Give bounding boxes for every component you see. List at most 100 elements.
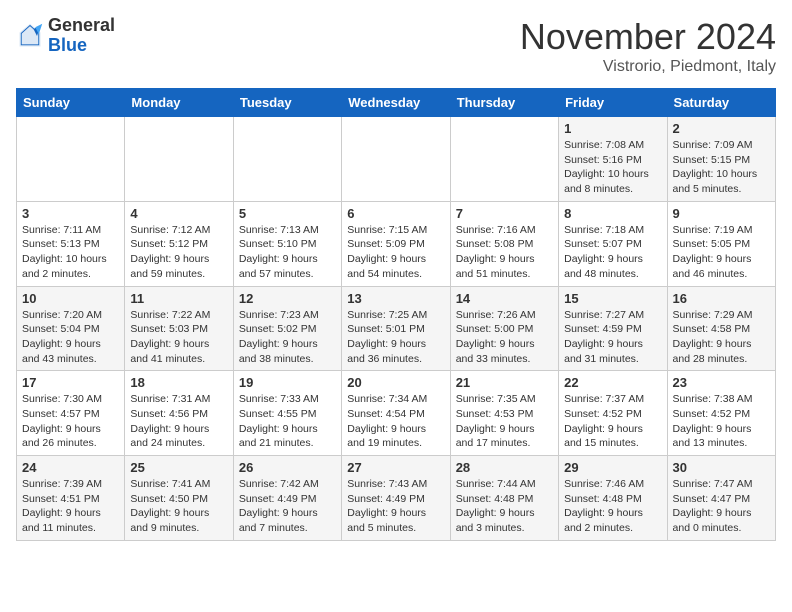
day-info: Sunrise: 7:25 AMSunset: 5:01 PMDaylight:…	[347, 308, 444, 367]
day-number: 23	[673, 375, 770, 390]
day-info: Sunrise: 7:13 AMSunset: 5:10 PMDaylight:…	[239, 223, 336, 282]
day-number: 18	[130, 375, 227, 390]
month-title: November 2024	[520, 16, 776, 58]
day-number: 28	[456, 460, 553, 475]
day-info: Sunrise: 7:16 AMSunset: 5:08 PMDaylight:…	[456, 223, 553, 282]
calendar-cell	[450, 117, 558, 202]
day-number: 1	[564, 121, 661, 136]
calendar-cell: 26 Sunrise: 7:42 AMSunset: 4:49 PMDayligh…	[233, 456, 341, 541]
calendar-table: SundayMondayTuesdayWednesdayThursdayFrid…	[16, 88, 776, 541]
day-info: Sunrise: 7:18 AMSunset: 5:07 PMDaylight:…	[564, 223, 661, 282]
calendar-cell: 19 Sunrise: 7:33 AMSunset: 4:55 PMDayligh…	[233, 371, 341, 456]
day-of-week-header: Friday	[559, 89, 667, 117]
day-number: 11	[130, 291, 227, 306]
day-number: 4	[130, 206, 227, 221]
day-info: Sunrise: 7:34 AMSunset: 4:54 PMDaylight:…	[347, 392, 444, 451]
calendar-cell: 27Sunrise: 7:43 AMSunset: 4:49 PMDayligh…	[342, 456, 450, 541]
calendar-cell: 4 Sunrise: 7:12 AMSunset: 5:12 PMDaylight…	[125, 201, 233, 286]
day-number: 27	[347, 460, 444, 475]
calendar-cell: 14 Sunrise: 7:26 AMSunset: 5:00 PMDayligh…	[450, 286, 558, 371]
day-info: Sunrise: 7:46 AMSunset: 4:48 PMDaylight:…	[564, 477, 661, 536]
calendar-cell: 24 Sunrise: 7:39 AMSunset: 4:51 PMDayligh…	[17, 456, 125, 541]
day-number: 8	[564, 206, 661, 221]
calendar-cell: 3 Sunrise: 7:11 AMSunset: 5:13 PMDaylight…	[17, 201, 125, 286]
day-info: Sunrise: 7:39 AMSunset: 4:51 PMDaylight:…	[22, 477, 119, 536]
calendar-cell: 6Sunrise: 7:15 AMSunset: 5:09 PMDaylight…	[342, 201, 450, 286]
day-number: 12	[239, 291, 336, 306]
day-of-week-header: Thursday	[450, 89, 558, 117]
calendar-cell	[125, 117, 233, 202]
calendar-cell: 20Sunrise: 7:34 AMSunset: 4:54 PMDayligh…	[342, 371, 450, 456]
day-number: 29	[564, 460, 661, 475]
day-of-week-header: Wednesday	[342, 89, 450, 117]
day-info: Sunrise: 7:26 AMSunset: 5:00 PMDaylight:…	[456, 308, 553, 367]
day-number: 6	[347, 206, 444, 221]
day-info: Sunrise: 7:31 AMSunset: 4:56 PMDaylight:…	[130, 392, 227, 451]
calendar-header-row: SundayMondayTuesdayWednesdayThursdayFrid…	[17, 89, 776, 117]
day-of-week-header: Monday	[125, 89, 233, 117]
logo: General Blue	[16, 16, 115, 56]
calendar-cell: 21Sunrise: 7:35 AMSunset: 4:53 PMDayligh…	[450, 371, 558, 456]
day-info: Sunrise: 7:22 AMSunset: 5:03 PMDaylight:…	[130, 308, 227, 367]
calendar-cell: 18 Sunrise: 7:31 AMSunset: 4:56 PMDayligh…	[125, 371, 233, 456]
day-info: Sunrise: 7:20 AMSunset: 5:04 PMDaylight:…	[22, 308, 119, 367]
day-info: Sunrise: 7:27 AMSunset: 4:59 PMDaylight:…	[564, 308, 661, 367]
calendar-cell: 10Sunrise: 7:20 AMSunset: 5:04 PMDayligh…	[17, 286, 125, 371]
day-number: 25	[130, 460, 227, 475]
day-number: 19	[239, 375, 336, 390]
day-number: 3	[22, 206, 119, 221]
calendar-cell: 28 Sunrise: 7:44 AMSunset: 4:48 PMDayligh…	[450, 456, 558, 541]
calendar-cell: 17Sunrise: 7:30 AMSunset: 4:57 PMDayligh…	[17, 371, 125, 456]
day-number: 15	[564, 291, 661, 306]
calendar-week-row: 3 Sunrise: 7:11 AMSunset: 5:13 PMDaylight…	[17, 201, 776, 286]
day-info: Sunrise: 7:33 AMSunset: 4:55 PMDaylight:…	[239, 392, 336, 451]
day-number: 14	[456, 291, 553, 306]
day-number: 13	[347, 291, 444, 306]
logo-text: General Blue	[48, 16, 115, 56]
day-info: Sunrise: 7:42 AMSunset: 4:49 PMDaylight:…	[239, 477, 336, 536]
day-number: 21	[456, 375, 553, 390]
day-number: 16	[673, 291, 770, 306]
day-info: Sunrise: 7:11 AMSunset: 5:13 PMDaylight:…	[22, 223, 119, 282]
calendar-cell: 9Sunrise: 7:19 AMSunset: 5:05 PMDaylight…	[667, 201, 775, 286]
calendar-cell: 2Sunrise: 7:09 AMSunset: 5:15 PMDaylight…	[667, 117, 775, 202]
calendar-week-row: 17Sunrise: 7:30 AMSunset: 4:57 PMDayligh…	[17, 371, 776, 456]
day-number: 17	[22, 375, 119, 390]
day-info: Sunrise: 7:08 AMSunset: 5:16 PMDaylight:…	[564, 138, 661, 197]
calendar-cell	[17, 117, 125, 202]
calendar-cell	[233, 117, 341, 202]
calendar-cell: 1 Sunrise: 7:08 AMSunset: 5:16 PMDaylight…	[559, 117, 667, 202]
title-block: November 2024 Vistrorio, Piedmont, Italy	[520, 16, 776, 76]
calendar-cell: 22Sunrise: 7:37 AMSunset: 4:52 PMDayligh…	[559, 371, 667, 456]
day-number: 9	[673, 206, 770, 221]
calendar-cell: 8 Sunrise: 7:18 AMSunset: 5:07 PMDaylight…	[559, 201, 667, 286]
calendar-week-row: 1 Sunrise: 7:08 AMSunset: 5:16 PMDaylight…	[17, 117, 776, 202]
day-number: 24	[22, 460, 119, 475]
calendar-cell: 29 Sunrise: 7:46 AMSunset: 4:48 PMDayligh…	[559, 456, 667, 541]
calendar-cell: 16 Sunrise: 7:29 AMSunset: 4:58 PMDayligh…	[667, 286, 775, 371]
day-info: Sunrise: 7:37 AMSunset: 4:52 PMDaylight:…	[564, 392, 661, 451]
calendar-cell: 25 Sunrise: 7:41 AMSunset: 4:50 PMDayligh…	[125, 456, 233, 541]
day-info: Sunrise: 7:38 AMSunset: 4:52 PMDaylight:…	[673, 392, 770, 451]
day-info: Sunrise: 7:41 AMSunset: 4:50 PMDaylight:…	[130, 477, 227, 536]
day-of-week-header: Saturday	[667, 89, 775, 117]
day-number: 2	[673, 121, 770, 136]
day-info: Sunrise: 7:12 AMSunset: 5:12 PMDaylight:…	[130, 223, 227, 282]
calendar-cell: 30Sunrise: 7:47 AMSunset: 4:47 PMDayligh…	[667, 456, 775, 541]
day-number: 7	[456, 206, 553, 221]
day-number: 26	[239, 460, 336, 475]
calendar-cell: 12 Sunrise: 7:23 AMSunset: 5:02 PMDayligh…	[233, 286, 341, 371]
calendar-cell: 11 Sunrise: 7:22 AMSunset: 5:03 PMDayligh…	[125, 286, 233, 371]
calendar-cell: 15 Sunrise: 7:27 AMSunset: 4:59 PMDayligh…	[559, 286, 667, 371]
calendar-week-row: 10Sunrise: 7:20 AMSunset: 5:04 PMDayligh…	[17, 286, 776, 371]
day-info: Sunrise: 7:23 AMSunset: 5:02 PMDaylight:…	[239, 308, 336, 367]
logo-icon	[16, 22, 44, 50]
day-info: Sunrise: 7:29 AMSunset: 4:58 PMDaylight:…	[673, 308, 770, 367]
day-number: 5	[239, 206, 336, 221]
calendar-cell: 23 Sunrise: 7:38 AMSunset: 4:52 PMDayligh…	[667, 371, 775, 456]
calendar-cell: 7 Sunrise: 7:16 AMSunset: 5:08 PMDaylight…	[450, 201, 558, 286]
day-info: Sunrise: 7:44 AMSunset: 4:48 PMDaylight:…	[456, 477, 553, 536]
calendar-cell	[342, 117, 450, 202]
calendar-week-row: 24 Sunrise: 7:39 AMSunset: 4:51 PMDayligh…	[17, 456, 776, 541]
day-of-week-header: Tuesday	[233, 89, 341, 117]
